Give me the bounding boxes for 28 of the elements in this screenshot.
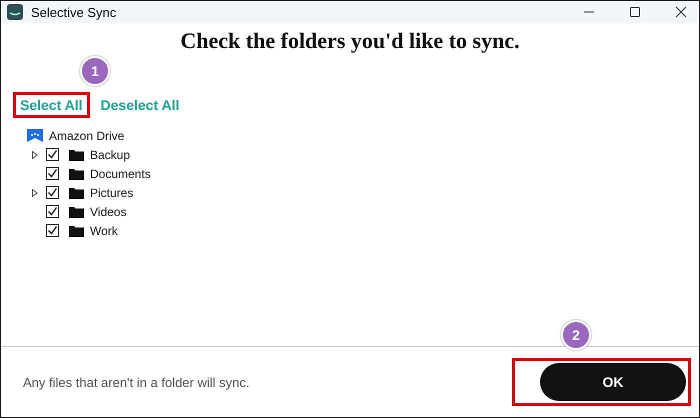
folder-icon	[69, 168, 84, 180]
tree-item-label[interactable]: Backup	[90, 148, 130, 162]
drive-icon	[27, 129, 43, 142]
step-badge: 1	[80, 56, 110, 86]
ok-button[interactable]: OK	[540, 363, 686, 401]
checkbox[interactable]	[46, 148, 59, 161]
close-icon[interactable]	[675, 6, 687, 18]
tree-item-label[interactable]: Pictures	[90, 186, 134, 200]
window-title: Selective Sync	[31, 4, 116, 20]
tree-item-label[interactable]: Amazon Drive	[49, 128, 124, 142]
checkbox[interactable]	[46, 205, 59, 218]
app-icon	[7, 4, 23, 20]
folder-icon	[69, 148, 84, 160]
tree-item-label[interactable]: Documents	[90, 166, 151, 180]
expand-arrow-icon[interactable]	[32, 150, 38, 158]
folder-icon	[69, 186, 84, 198]
folder-icon	[69, 206, 84, 218]
maximize-icon[interactable]	[629, 6, 641, 18]
dialog-heading: Check the folders you'd like to sync.	[179, 28, 521, 54]
checkbox[interactable]	[46, 224, 59, 237]
tree-item-label[interactable]: Work	[90, 224, 118, 238]
expand-arrow-icon[interactable]	[32, 188, 38, 196]
checkbox[interactable]	[46, 167, 59, 180]
footer-note: Any files that aren't in a folder will sync.	[23, 374, 250, 390]
step-badge: 2	[561, 320, 591, 350]
folder-icon	[69, 224, 84, 236]
tree-item-label[interactable]: Videos	[90, 204, 126, 218]
checkbox[interactable]	[46, 186, 59, 199]
